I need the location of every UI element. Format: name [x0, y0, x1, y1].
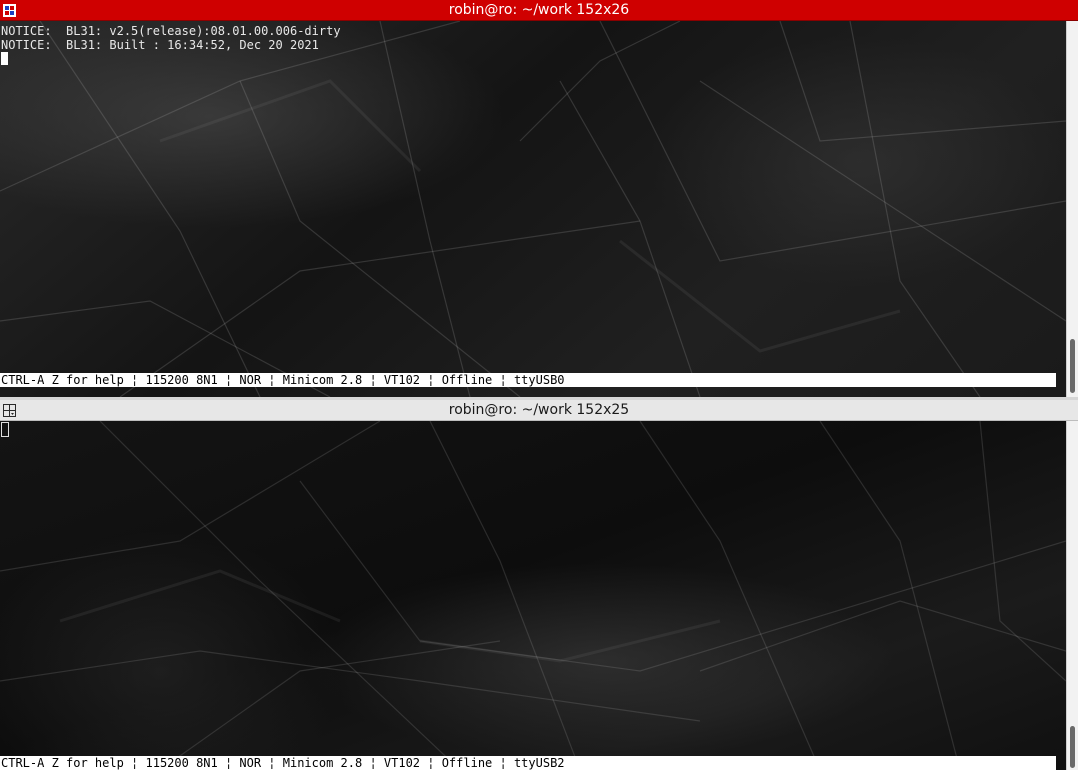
- titlebar-bottom[interactable]: robin@ro: ~/work 152x25: [0, 400, 1078, 421]
- titlebar-top[interactable]: robin@ro: ~/work 152x26: [0, 0, 1078, 21]
- cracked-glass-background: [0, 421, 1066, 770]
- cracked-glass-background: [0, 21, 1066, 397]
- terminal-line-1: NOTICE: BL31: v2.5(release):08.01.00.006…: [1, 24, 341, 38]
- terminal-split-icon[interactable]: [3, 404, 16, 417]
- minicom-status-bar: CTRL-A Z for help ¦ 115200 8N1 ¦ NOR ¦ M…: [0, 373, 1056, 387]
- window-title: robin@ro: ~/work 152x26: [448, 2, 630, 18]
- minicom-status-bar: CTRL-A Z for help ¦ 115200 8N1 ¦ NOR ¦ M…: [0, 756, 1056, 770]
- terminal-split-icon[interactable]: [3, 4, 16, 17]
- terminal-pane-top[interactable]: robin@ro: ~/work 152x26 NOTICE: BL31: v2…: [0, 0, 1078, 397]
- window-title: robin@ro: ~/work 152x25: [448, 402, 630, 418]
- terminal-screen-bottom[interactable]: CTRL-A Z for help ¦ 115200 8N1 ¦ NOR ¦ M…: [0, 421, 1066, 770]
- terminal-pane-bottom[interactable]: robin@ro: ~/work 152x25 CTRL-A Z for hel…: [0, 400, 1078, 770]
- text-cursor: [1, 52, 8, 65]
- text-cursor: [1, 422, 9, 437]
- scrollbar-top[interactable]: [1066, 21, 1078, 397]
- terminal-screen-top[interactable]: NOTICE: BL31: v2.5(release):08.01.00.006…: [0, 21, 1066, 397]
- terminal-line-2: NOTICE: BL31: Built : 16:34:52, Dec 20 2…: [1, 38, 319, 52]
- scrollbar-bottom[interactable]: [1066, 421, 1078, 770]
- scrollbar-thumb[interactable]: [1070, 339, 1075, 393]
- scrollbar-thumb[interactable]: [1070, 726, 1075, 768]
